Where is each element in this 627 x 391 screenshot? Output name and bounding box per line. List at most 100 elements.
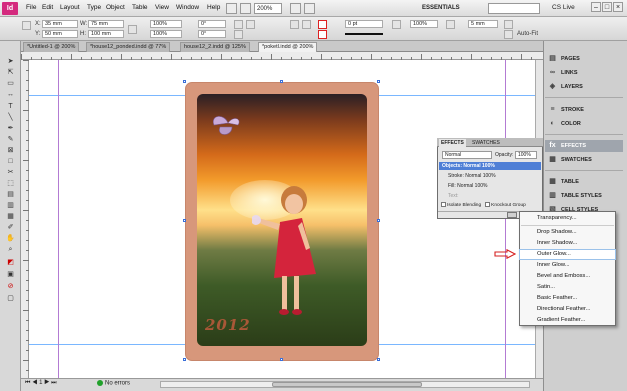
rectangle-frame-tool-icon[interactable]: ⊠	[4, 146, 17, 155]
pen-tool-icon[interactable]: ✒	[4, 124, 17, 133]
menu-item-satin[interactable]: Satin...	[520, 283, 615, 292]
dock-stroke[interactable]: ≡ STROKE	[545, 104, 623, 116]
stroke-row[interactable]: Stroke: Normal 100%	[440, 172, 540, 180]
scale-y-field[interactable]: 100%	[150, 30, 182, 38]
menu-item-outer-glow[interactable]: Outer Glow...	[519, 249, 616, 260]
menu-window[interactable]: Window	[176, 4, 199, 11]
menu-item-gradient-feather[interactable]: Gradient Feather...	[520, 316, 615, 325]
workspace-switcher[interactable]: ESSENTIALS	[422, 3, 472, 14]
menu-item-transparency[interactable]: Transparency...	[520, 214, 615, 223]
fill-swatch-icon[interactable]	[318, 20, 327, 29]
menu-object[interactable]: Object	[106, 4, 125, 11]
menu-item-inner-glow[interactable]: Inner Glow...	[520, 261, 615, 270]
scissors-tool-icon[interactable]: ✂	[4, 168, 17, 177]
page-navigator[interactable]: ⏮ ◀ 1 ▶ ⏭	[25, 380, 87, 389]
horizontal-scroll-thumb[interactable]	[272, 382, 422, 387]
select-container-icon[interactable]	[290, 20, 299, 29]
zoom-tool-icon[interactable]: ⌕	[4, 245, 17, 254]
autofit-label[interactable]: Auto-Fit	[505, 31, 538, 37]
tab-house12-2[interactable]: house12_2.indd @ 125%	[180, 42, 250, 52]
tab-effects[interactable]: EFFECTS	[439, 139, 466, 147]
dock-table-styles[interactable]: ▥ TABLE STYLES	[545, 190, 623, 202]
zoom-level-field[interactable]: 200%	[254, 3, 282, 14]
selection-handle[interactable]	[183, 358, 186, 361]
selection-handle[interactable]	[377, 219, 380, 222]
menu-help[interactable]: Help	[207, 4, 220, 11]
dock-pages[interactable]: ▤ PAGES	[545, 53, 623, 65]
type-tool-icon[interactable]: T	[4, 102, 17, 111]
stroke-weight-field[interactable]: 0 pt	[345, 20, 383, 28]
hand-tool-icon[interactable]: ✋	[4, 234, 17, 243]
line-tool-icon[interactable]: ╲	[4, 113, 17, 122]
minimize-icon[interactable]: –	[591, 2, 601, 12]
selection-handle[interactable]	[183, 80, 186, 83]
drop-shadow-icon[interactable]	[446, 20, 455, 29]
flip-vertical-icon[interactable]	[234, 30, 243, 39]
screen-mode-tool-icon[interactable]: ▢	[4, 294, 17, 303]
objects-row[interactable]: Objects: Normal 100%	[439, 162, 541, 170]
dock-swatches[interactable]: ▦ SWATCHES	[545, 154, 623, 166]
menu-layout[interactable]: Layout	[60, 4, 80, 11]
menu-item-drop-shadow[interactable]: Drop Shadow...	[520, 228, 615, 237]
selection-handle[interactable]	[280, 358, 283, 361]
gap-tool-icon[interactable]: ↔	[4, 90, 17, 99]
y-field[interactable]: 50 mm	[42, 30, 78, 38]
view-options-icon[interactable]	[240, 3, 251, 14]
menu-item-basic-feather[interactable]: Basic Feather...	[520, 294, 615, 303]
rectangle-tool-icon[interactable]: □	[4, 157, 17, 166]
eyedropper-tool-icon[interactable]: ✐	[4, 223, 17, 232]
size-field[interactable]: 5 mm	[468, 20, 498, 28]
tab-poketl[interactable]: *poketl.indd @ 200%	[258, 42, 318, 52]
reference-point-icon[interactable]	[22, 21, 31, 30]
selection-tool-icon[interactable]: ➤	[4, 57, 17, 66]
bridge-icon[interactable]	[226, 3, 237, 14]
h-field[interactable]: 100 mm	[88, 30, 124, 38]
x-field[interactable]: 35 mm	[42, 20, 78, 28]
stroke-type-line[interactable]	[345, 33, 383, 35]
page-number[interactable]: 1	[39, 380, 42, 386]
stroke-swatch-icon[interactable]	[318, 30, 327, 39]
add-effect-fx-button[interactable]	[507, 212, 517, 218]
tab-swatches[interactable]: SWATCHES	[470, 139, 502, 147]
cs-live-button[interactable]: CS Live	[552, 4, 575, 11]
search-input[interactable]	[488, 3, 540, 14]
selection-handle[interactable]	[377, 358, 380, 361]
fitting-icon[interactable]	[504, 20, 513, 29]
effects-fx-icon[interactable]	[392, 20, 401, 29]
free-transform-tool-icon[interactable]: ⬚	[4, 179, 17, 188]
formatting-affects-icon[interactable]: ▣	[4, 270, 17, 279]
fill-row[interactable]: Fill: Normal 100%	[440, 182, 540, 190]
preflight-status[interactable]: No errors	[97, 380, 130, 387]
menu-table[interactable]: Table	[132, 4, 148, 11]
note-tool-icon[interactable]: ▦	[4, 212, 17, 221]
menu-view[interactable]: View	[155, 4, 169, 11]
pencil-tool-icon[interactable]: ✎	[4, 135, 17, 144]
year-text[interactable]: 2012	[205, 316, 251, 334]
dock-table[interactable]: ▦ TABLE	[545, 176, 623, 188]
screen-mode-icon[interactable]	[290, 3, 301, 14]
gradient-swatch-tool-icon[interactable]: ▤	[4, 190, 17, 199]
select-content-icon[interactable]	[302, 20, 311, 29]
scale-x-field[interactable]: 100%	[150, 20, 182, 28]
constrain-proportions-icon[interactable]	[128, 25, 137, 34]
tab-house12-ponded[interactable]: *house12_ponded.indd @ 77%	[86, 42, 171, 52]
menu-item-directional-feather[interactable]: Directional Feather...	[520, 305, 615, 314]
text-row[interactable]: Text:	[440, 192, 540, 200]
menu-type[interactable]: Type	[87, 4, 101, 11]
opacity-field[interactable]: 100%	[410, 20, 438, 28]
menu-file[interactable]: File	[26, 4, 36, 11]
shear-field[interactable]: 0°	[198, 30, 226, 38]
rotate-90-icon[interactable]	[234, 20, 243, 29]
selection-handle[interactable]	[280, 80, 283, 83]
dock-links[interactable]: ∞ LINKS	[545, 67, 623, 79]
close-icon[interactable]: ×	[613, 2, 623, 12]
blend-mode-select[interactable]: Normal	[442, 151, 492, 159]
isolate-blending-checkbox[interactable]	[441, 202, 446, 207]
direct-selection-tool-icon[interactable]: ⇱	[4, 68, 17, 77]
w-field[interactable]: 75 mm	[88, 20, 124, 28]
dock-effects[interactable]: fx EFFECTS	[545, 140, 623, 152]
dock-layers[interactable]: ◈ LAYERS	[545, 81, 623, 93]
maximize-icon[interactable]: □	[602, 2, 612, 12]
fill-stroke-icon[interactable]: ◩	[4, 258, 17, 267]
menu-edit[interactable]: Edit	[42, 4, 53, 11]
